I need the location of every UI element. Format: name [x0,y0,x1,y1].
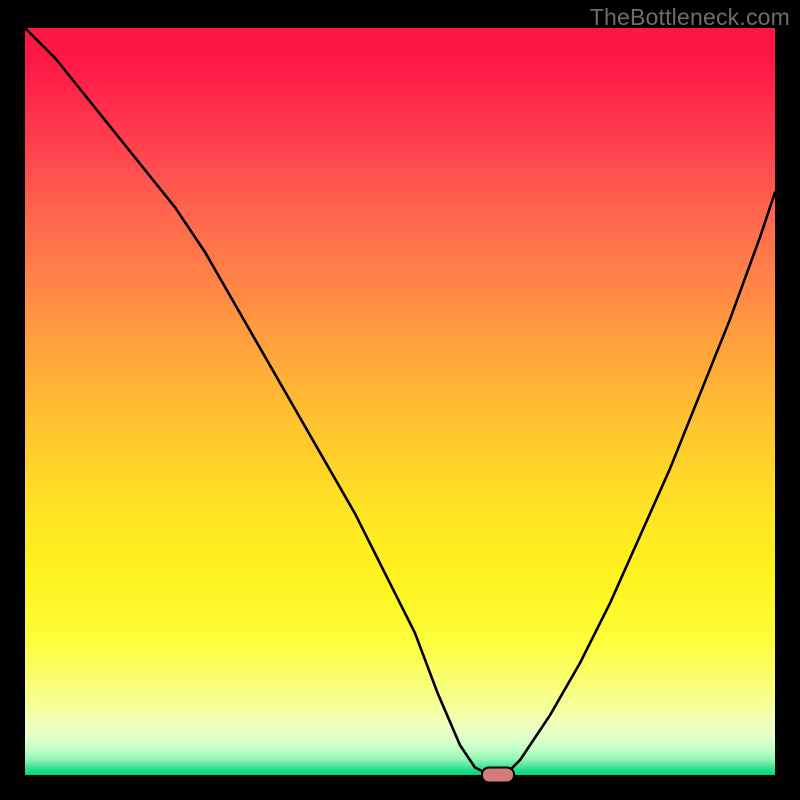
chart-frame: TheBottleneck.com [0,0,800,800]
watermark-text: TheBottleneck.com [590,4,790,31]
curve-path [25,28,775,775]
bottleneck-curve [25,28,775,775]
minimum-marker [481,767,515,784]
plot-area [25,28,775,775]
